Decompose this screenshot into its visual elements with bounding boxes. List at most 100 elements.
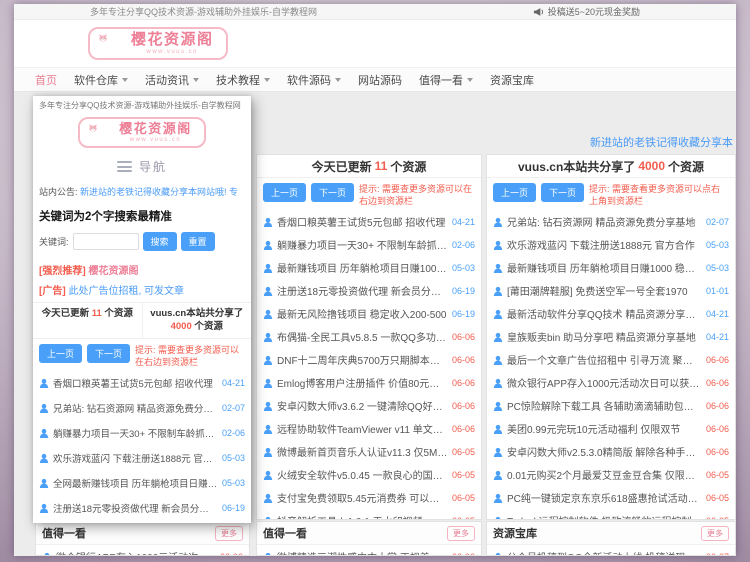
resource-row[interactable]: 安卓闪数大师v3.6.2 一键清除QQ好友刷的赞 06-06 — [257, 394, 481, 417]
nav-item[interactable]: 资源宝库 — [490, 72, 534, 88]
resource-row[interactable]: [莆田潮牌鞋服] 免费送空军一号全套1970 01-01 — [487, 279, 735, 302]
resource-row[interactable]: 0.01元购买2个月最爱艾豆金豆合集 仅限双节 06-05 — [487, 463, 735, 486]
resource-row[interactable]: 最新活动软件分享QQ技术 精品资源分享基地 04-21 — [487, 302, 735, 325]
next-page-button[interactable]: 下一页 — [87, 344, 130, 363]
more-button[interactable]: 更多 — [447, 526, 475, 541]
nav-item[interactable]: 软件仓库 — [74, 72, 128, 88]
resource-row[interactable]: 注册送18元零投资做代理 新会员分红拿 06-19 — [33, 496, 251, 521]
user-icon — [263, 552, 273, 557]
resource-row[interactable]: 香烟口粮英薯王试货5元包邮 招收代理 04-21 — [33, 371, 251, 396]
resource-date: 04-21 — [706, 309, 729, 319]
resource-row[interactable]: 欢乐游戏蓝闪 下载注册送1888元 官方合作 05-03 — [33, 446, 251, 471]
user-icon — [493, 516, 503, 520]
resource-row[interactable]: 躺赚暴力项目一天30+ 不限制车龄抓紧上车 02-06 — [257, 233, 481, 256]
resource-row[interactable]: 微众银行APP存入1000元活动次日可以获得无门槛 06-06 — [487, 371, 735, 394]
user-icon — [493, 355, 503, 365]
resource-row[interactable]: 最新赚钱项目 历年躺枪项目日赚1000 稳稳稳 05-03 — [487, 256, 735, 279]
site-slogan: 多年专注分享QQ技术资源-游戏辅助外挂娱乐-自学教程网 — [90, 5, 317, 18]
site-logo[interactable]: 樱花资源阁 www.vuus.cn — [78, 117, 206, 148]
more-button[interactable]: 更多 — [701, 526, 729, 541]
prev-page-button[interactable]: 上一页 — [263, 183, 306, 202]
resource-row[interactable]: 全网最新赚钱项目 历年躺枪项目日赚1000 05-03 — [33, 471, 251, 496]
resource-row[interactable]: 布偶猫-全民工具v5.8.5 一款QQ多功能工具软件 06-06 — [257, 325, 481, 348]
resource-row[interactable]: 躺赚暴力项目一天30+ 不限制车龄抓紧上车 02-06 — [33, 421, 251, 446]
today-panel-title: 今天已更新 11 个资源 — [257, 155, 481, 178]
keyword-input[interactable] — [73, 233, 139, 250]
nav-item[interactable]: 首页 — [35, 72, 57, 88]
next-page-button[interactable]: 下一页 — [541, 183, 584, 202]
site-title: 樱花资源阁 — [119, 122, 192, 135]
today-pager: 上一页 下一页 提示: 需要查更多资源可以在右边到资源栏 — [257, 178, 481, 210]
search-button[interactable]: 搜索 — [143, 232, 177, 251]
drawer-resource-list: 香烟口粮英薯王试货5元包邮 招收代理 04-21 兄弟站: 钻石资源网 精品资源… — [33, 371, 251, 523]
user-icon — [493, 447, 503, 457]
announcement-link[interactable]: 新进站的老铁记得收藏分享本 — [590, 134, 733, 150]
resource-title: 最后一个文章广告位招租中 引寻万流 聚八万方 — [507, 352, 702, 367]
prev-page-button[interactable]: 上一页 — [39, 344, 82, 363]
nav-item[interactable]: 活动资讯 — [145, 72, 199, 88]
nav-item[interactable]: 网站源码 — [358, 72, 402, 88]
resource-row[interactable]: Todesk远程控制软件 极致流畅的远程控制协助 06-05 — [487, 509, 735, 520]
promo-line[interactable]: [强烈推荐] 樱花资源阁 — [33, 257, 251, 279]
ad-line[interactable]: [广告] 此处广告位招租, 可发文章 — [33, 279, 251, 302]
prev-page-button[interactable]: 上一页 — [493, 183, 536, 202]
drawer-nav-toggle[interactable]: 导航 — [33, 150, 251, 181]
resource-row[interactable]: 最后一个文章广告位招租中 引寻万流 聚八万方 06-06 — [487, 348, 735, 371]
resource-date: 04-21 — [222, 378, 245, 388]
resource-date: 04-21 — [452, 217, 475, 227]
next-page-button[interactable]: 下一页 — [311, 183, 354, 202]
resource-date: 06-05 — [452, 516, 475, 520]
resource-row[interactable]: 兄弟站: 钻石资源网 精品资源免费分享基地 02-07 — [487, 210, 735, 233]
site-logo[interactable]: 樱花资源阁 www.vuus.cn — [88, 27, 228, 60]
resource-row[interactable]: 微博最新首页音乐人认证v11.3 仅5M大小支持你登录 06-05 — [257, 440, 481, 463]
resource-row[interactable]: 欢乐游戏蓝闪 下载注册送1888元 官方合作 05-03 — [487, 233, 735, 256]
user-icon — [263, 424, 273, 434]
total-resources-panel: vuus.cn本站共分享了 4000 个资源 上一页 下一页 提示: 需要查看更… — [486, 154, 736, 520]
resource-date: 06-06 — [706, 424, 729, 434]
resource-row[interactable]: 美团0.99元完玩10元活动福利 仅限双节 06-06 — [487, 417, 735, 440]
site-title: 樱花资源阁 — [131, 32, 214, 47]
resource-title: 香烟口粮英薯王试货5元包邮 招收代理 — [277, 214, 448, 229]
submission-reward-link[interactable]: 投稿送5~20元现金奖励 — [533, 5, 640, 18]
resource-row[interactable]: 最新赚钱项目 历年躺枪项目日赚1000 稳稳稳 05-03 — [257, 256, 481, 279]
resource-row[interactable]: PC纯一键锁定京东京乐618盛惠抢试活动工具 06-05 — [487, 486, 735, 509]
promo-text: 樱花资源阁 — [88, 266, 138, 277]
resource-row[interactable]: 支付宝免费领取5.45元消费券 可以提现银行卡 06-05 — [257, 486, 481, 509]
resource-row[interactable]: 公众号投稿到QQ全新活动上线 投稿送现金奖励 06-07 — [487, 545, 735, 556]
nav-item[interactable]: 技术教程 — [216, 72, 270, 88]
resource-row[interactable]: 远程协助软件TeamViewer v11 单文件版 06-06 — [257, 417, 481, 440]
nav-item[interactable]: 值得一看 — [419, 72, 473, 88]
resource-row[interactable]: 微众银行APP存入1000元活动次日可以获得无门 06-06 — [36, 545, 249, 556]
notice-link[interactable]: 新进站的老铁记得收藏分享本网站哦! 专 — [80, 187, 238, 197]
resource-row[interactable]: 皇族贩卖bin 助马分享吧 精品资源分享基地 04-21 — [487, 325, 735, 348]
resource-row[interactable]: 兄弟站: 钻石资源网 精品资源免费分享基地 02-07 — [33, 396, 251, 421]
resource-row[interactable]: 安卓闪数大师v2.5.3.0精简版 解除各种手机锁屏 06-06 — [487, 440, 735, 463]
reset-button[interactable]: 重置 — [181, 232, 215, 251]
user-icon — [263, 240, 273, 250]
resource-title: 欢乐游戏蓝闪 下载注册送1888元 官方合作 — [507, 237, 702, 252]
user-icon — [263, 378, 273, 388]
resource-title: DNF十二周年庆典5700万只期脚本辅助 — [277, 352, 448, 367]
chevron-down-icon — [193, 78, 199, 82]
resource-row[interactable]: 微博精选三潮性感内衣大赏 正规美图等你来看 06-06 — [257, 545, 481, 556]
resource-title: 躺赚暴力项目一天30+ 不限制车龄抓紧上车 — [277, 237, 448, 252]
resource-row[interactable]: 香烟口粮英薯王试货5元包邮 招收代理 04-21 — [257, 210, 481, 233]
resource-row[interactable]: 火绒安全软件v5.0.45 一款良心的国产安全软件 06-05 — [257, 463, 481, 486]
resource-row[interactable]: [莆田潮牌鞋服] 免费送空军一号全套 — [33, 521, 251, 523]
search-tip: 关键词为2个字搜索最精准 — [33, 202, 251, 228]
nav-item[interactable]: 软件源码 — [287, 72, 341, 88]
resource-row[interactable]: DNF十二周年庆典5700万只期脚本辅助 06-06 — [257, 348, 481, 371]
resource-row[interactable]: PC惊险解除下载工具 各辅助滴滴辅助包免费下载 06-06 — [487, 394, 735, 417]
resource-row[interactable]: 最新无风险撸钱项目 稳定收入200-500 06-19 — [257, 302, 481, 325]
resource-row[interactable]: Emlog博客用户注册插件 价值80元免费分享 06-06 — [257, 371, 481, 394]
resource-row[interactable]: 抖音解析工具dy1.0.1 无水印视频一键解析软件 06-05 — [257, 509, 481, 520]
resource-row[interactable]: 注册送18元零投资做代理 新会员分红拿1000 06-19 — [257, 279, 481, 302]
resource-title: 最新赚钱项目 历年躺枪项目日赚1000 稳稳稳 — [277, 260, 448, 275]
more-button[interactable]: 更多 — [215, 526, 243, 541]
site-page: 多年专注分享QQ技术资源-游戏辅助外挂娱乐-自学教程网 投稿送5~20元现金奖励 — [14, 4, 736, 556]
pager-hint: 提示: 需要查更多资源可以在右边到资源栏 — [359, 183, 475, 207]
hamburger-icon — [117, 161, 132, 172]
resource-date: 02-06 — [452, 240, 475, 250]
resource-title: 注册送18元零投资做代理 新会员分红拿 — [53, 501, 218, 515]
dog-logo-icon — [98, 33, 124, 54]
